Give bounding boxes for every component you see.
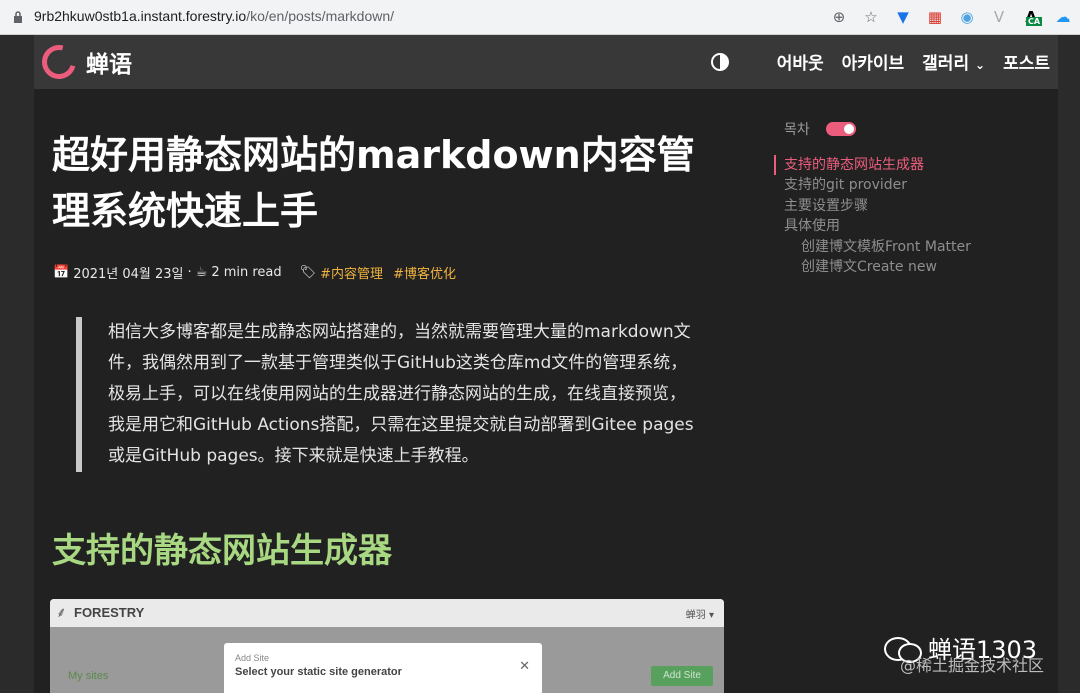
watermark-sub: @稀土掘金技术社区 (900, 656, 1045, 675)
nav-item-posts[interactable]: 포스트 (1003, 49, 1050, 74)
toc-label: 목차 (784, 122, 810, 138)
url-host: 9rb2hkuw0stb1a.instant.forestry.io (34, 8, 247, 24)
forestry-screenshot: ⸙ FORESTRY 蝉羽 ▾ My sites Add Site Add Si… (50, 599, 724, 693)
site-name[interactable]: 蝉语 (86, 45, 132, 79)
forestry-topbar (50, 599, 724, 627)
chrome-icon[interactable]: ◉ (956, 6, 978, 28)
calendar-icon[interactable]: ▦ (924, 6, 946, 28)
extension-badge: CA (1026, 17, 1043, 26)
section-heading: 支持的静态网站生成器 (52, 531, 392, 571)
dialog-title: Select your static site generator (235, 666, 402, 678)
main-nav: 어바웃 아카이브 갤러리 ⌄ 포스트 (777, 49, 1050, 74)
coffee-icon: ☕ (195, 265, 208, 280)
meta-separator: · (187, 265, 192, 280)
post-date: 2021년 04월 23일 (73, 267, 184, 282)
theme-toggle-icon[interactable] (711, 53, 729, 71)
toc-item[interactable]: 支持的静态网站生成器 (774, 155, 971, 176)
tag-link[interactable]: #内容管理 (320, 263, 383, 282)
star-icon[interactable]: ☆ (860, 6, 882, 28)
close-icon: ✕ (519, 659, 530, 674)
toc-toggle[interactable] (825, 122, 856, 136)
calendar-icon: 📅 (53, 265, 70, 280)
extension-a-icon[interactable]: ACA (1020, 6, 1043, 28)
nav-item-about[interactable]: 어바웃 (777, 49, 824, 74)
toc-subitem[interactable]: 创建博文Create new (774, 257, 971, 277)
read-time: 2 min read (211, 265, 282, 280)
toc-subitem[interactable]: 创建博文模板Front Matter (774, 237, 971, 257)
article-title: 超好用静态网站的markdown内容管理系统快速上手 (52, 133, 695, 233)
extension-icon[interactable]: ▼ (892, 6, 914, 28)
nav-item-gallery[interactable]: 갤러리 ⌄ (922, 49, 985, 74)
window-right-gutter (1058, 35, 1080, 693)
toc-header: 목차 (784, 119, 856, 139)
forestry-user-menu: 蝉羽 ▾ (685, 610, 714, 621)
window-left-gutter (0, 35, 34, 693)
article-meta: 📅 2021년 04월 23일 · ☕ 2 min read 🏷 #内容管理 #… (53, 263, 456, 282)
url-field[interactable]: 9rb2hkuw0stb1a.instant.forestry.io/ko/en… (34, 8, 394, 24)
nav-item-gallery-label: 갤러리 (922, 54, 970, 74)
forestry-brand: FORESTRY (74, 605, 145, 620)
web-page: 蝉语 어바웃 아카이브 갤러리 ⌄ 포스트 超好用静态网站的markdown内容… (34, 35, 1058, 693)
tag-icon: 🏷 (299, 265, 317, 280)
cloud-icon[interactable]: ☁ (1052, 6, 1074, 28)
dialog-caption: Add Site (235, 653, 270, 663)
site-header: 蝉语 어바웃 아카이브 갤러리 ⌄ 포스트 (34, 35, 1058, 89)
nav-item-archive[interactable]: 아카이브 (842, 49, 905, 74)
chevron-down-icon: ⌄ (975, 58, 986, 72)
forestry-logo-icon: ⸙ (56, 605, 67, 621)
add-site-button: Add Site (651, 666, 713, 686)
zoom-icon[interactable]: ⊕ (828, 6, 850, 28)
toc-item[interactable]: 支持的git provider (774, 175, 971, 195)
browser-address-bar: 9rb2hkuw0stb1a.instant.forestry.io/ko/en… (0, 0, 1080, 35)
tag-link[interactable]: #博客优化 (393, 263, 456, 282)
table-of-contents: 支持的静态网站生成器 支持的git provider 主要设置步骤 具体使用 创… (774, 155, 971, 277)
site-logo-icon[interactable] (35, 38, 83, 86)
toc-item[interactable]: 具体使用 (774, 216, 971, 236)
intro-blockquote: 相信大多博客都是生成静态网站搭建的，当然就需要管理大量的markdown文件，我… (76, 317, 696, 472)
add-site-dialog: Add Site Select your static site generat… (224, 643, 542, 693)
lock-icon (14, 11, 22, 23)
extension-v-icon[interactable]: V (988, 6, 1010, 28)
toc-item[interactable]: 主要设置步骤 (774, 196, 971, 216)
my-sites-link: My sites (68, 670, 109, 682)
url-path: /ko/en/posts/markdown/ (246, 8, 395, 24)
